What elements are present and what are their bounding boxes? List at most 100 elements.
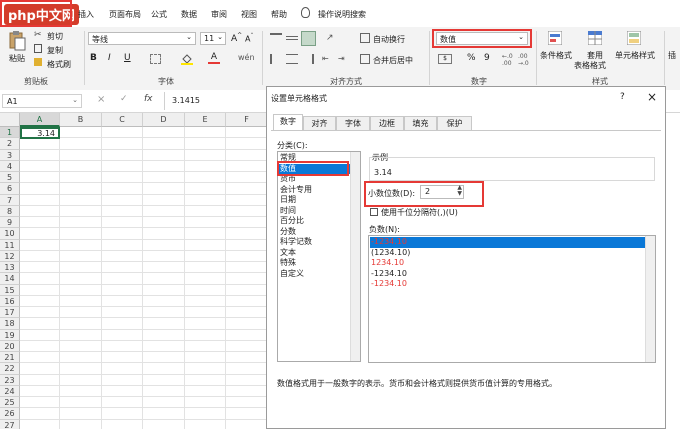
- category-scrollbar[interactable]: [350, 152, 360, 361]
- fill-color-icon[interactable]: [181, 53, 193, 65]
- category-item[interactable]: 分数: [279, 227, 350, 238]
- paste-button[interactable]: 粘贴: [9, 53, 25, 64]
- tab-font[interactable]: 字体: [336, 116, 370, 130]
- shrink-font-icon[interactable]: Aˇ: [245, 33, 253, 44]
- row-header[interactable]: 26: [0, 408, 20, 420]
- phonetic-icon[interactable]: wén: [238, 53, 255, 62]
- select-all-corner[interactable]: [0, 113, 20, 127]
- negative-format-item[interactable]: (1234.10): [370, 248, 646, 259]
- align-left-icon[interactable]: [270, 54, 282, 64]
- align-right-icon[interactable]: [302, 54, 314, 64]
- worksheet-grid[interactable]: A B C D E F 1 2 3 4 5 6 7 8 9 10 11 12 13 14 15 16 17 18 1…: [0, 113, 268, 429]
- column-header-b[interactable]: B: [60, 113, 102, 127]
- tab-insert[interactable]: 插入: [78, 9, 94, 20]
- row-header[interactable]: 6: [0, 183, 20, 195]
- format-as-table-button-line2[interactable]: 表格格式: [574, 60, 606, 71]
- category-item[interactable]: 文本: [279, 248, 350, 259]
- tab-fill[interactable]: 填充: [404, 116, 437, 130]
- category-item[interactable]: 日期: [279, 195, 350, 206]
- comma-style-button[interactable]: 9: [484, 53, 490, 63]
- increase-decimal-icon[interactable]: ←.0.00: [502, 53, 513, 67]
- tab-alignment[interactable]: 对齐: [303, 116, 336, 130]
- cut-button[interactable]: 剪切: [47, 31, 63, 42]
- row-header[interactable]: 3: [0, 149, 20, 161]
- negative-format-item[interactable]: -1234.10: [370, 279, 646, 290]
- row-header[interactable]: 23: [0, 374, 20, 386]
- category-item[interactable]: 科学记数: [279, 237, 350, 248]
- italic-button[interactable]: I: [108, 53, 111, 63]
- row-header[interactable]: 2: [0, 138, 20, 150]
- font-size-select[interactable]: 11 ⌄: [200, 32, 226, 45]
- insert-function-icon[interactable]: fx: [144, 94, 153, 104]
- tab-help[interactable]: 帮助: [271, 9, 287, 20]
- insert-button-partial[interactable]: 插: [668, 50, 676, 61]
- enter-icon[interactable]: ✓: [120, 94, 128, 104]
- decrease-indent-icon[interactable]: ⇤: [322, 54, 329, 63]
- row-header[interactable]: 21: [0, 352, 20, 364]
- row-header[interactable]: 22: [0, 363, 20, 375]
- cancel-icon[interactable]: ×: [97, 94, 105, 105]
- category-item[interactable]: 特殊: [279, 258, 350, 269]
- row-header[interactable]: 10: [0, 228, 20, 240]
- row-header[interactable]: 11: [0, 239, 20, 251]
- row-header[interactable]: 13: [0, 262, 20, 274]
- tell-me-search[interactable]: 操作说明搜索: [318, 9, 366, 20]
- category-item[interactable]: 会计专用: [279, 185, 350, 196]
- tab-view[interactable]: 视图: [241, 9, 257, 20]
- bold-button[interactable]: B: [90, 53, 97, 63]
- row-header[interactable]: 8: [0, 205, 20, 217]
- tab-page-layout[interactable]: 页面布局: [109, 9, 141, 20]
- grow-font-icon[interactable]: A^: [231, 32, 242, 44]
- font-name-select[interactable]: 等线 ⌄: [88, 32, 196, 45]
- column-header-a[interactable]: A: [20, 113, 60, 127]
- format-painter-button[interactable]: 格式刷: [47, 59, 71, 70]
- bottom-align-icon[interactable]: [301, 31, 316, 46]
- column-header-e[interactable]: E: [185, 113, 226, 127]
- top-align-icon[interactable]: [270, 33, 282, 43]
- help-button[interactable]: ?: [620, 92, 625, 102]
- column-header-c[interactable]: C: [102, 113, 143, 127]
- row-header[interactable]: 25: [0, 397, 20, 409]
- middle-align-icon[interactable]: [286, 36, 298, 40]
- negative-format-item[interactable]: 1234.10: [370, 258, 646, 269]
- tab-border[interactable]: 边框: [370, 116, 404, 130]
- row-header[interactable]: 20: [0, 340, 20, 352]
- conditional-formatting-button[interactable]: 条件格式: [540, 50, 572, 61]
- category-item[interactable]: 自定义: [279, 269, 350, 280]
- wrap-text-button[interactable]: 自动换行: [373, 34, 405, 45]
- orientation-icon[interactable]: ↗: [326, 33, 334, 43]
- row-header[interactable]: 7: [0, 194, 20, 206]
- paste-icon[interactable]: [8, 31, 26, 51]
- row-header[interactable]: 14: [0, 273, 20, 285]
- negative-numbers-list[interactable]: -1234.10 (1234.10) 1234.10 -1234.10 -1234.10: [368, 235, 656, 363]
- cell-area[interactable]: [20, 127, 268, 429]
- tab-formulas[interactable]: 公式: [151, 9, 167, 20]
- row-header[interactable]: 24: [0, 385, 20, 397]
- increase-indent-icon[interactable]: ⇥: [338, 54, 345, 63]
- row-header[interactable]: 1: [0, 127, 20, 139]
- row-header[interactable]: 9: [0, 217, 20, 229]
- cell-a1[interactable]: 3.14: [20, 127, 60, 139]
- negative-scrollbar[interactable]: [645, 236, 655, 362]
- row-header[interactable]: 27: [0, 419, 20, 429]
- name-box[interactable]: A1 ⌄: [2, 94, 82, 108]
- borders-icon[interactable]: [150, 54, 161, 64]
- font-color-icon[interactable]: A: [208, 52, 220, 65]
- tab-data[interactable]: 数据: [181, 9, 197, 20]
- merge-center-button[interactable]: 合并后居中: [373, 55, 413, 66]
- row-header[interactable]: 5: [0, 172, 20, 184]
- tab-number[interactable]: 数字: [273, 114, 303, 130]
- row-header[interactable]: 12: [0, 250, 20, 262]
- category-item[interactable]: 时间: [279, 206, 350, 217]
- copy-button[interactable]: 复制: [47, 45, 63, 56]
- underline-button[interactable]: U: [124, 53, 131, 63]
- align-center-icon[interactable]: [286, 54, 298, 64]
- column-header-d[interactable]: D: [143, 113, 185, 127]
- negative-format-item[interactable]: -1234.10: [370, 269, 646, 280]
- category-list[interactable]: 常规 数值 货币 会计专用 日期 时间 百分比 分数 科学记数 文本 特殊 自定义: [277, 151, 361, 362]
- row-header[interactable]: 18: [0, 318, 20, 330]
- tab-review[interactable]: 审阅: [211, 9, 227, 20]
- row-header[interactable]: 17: [0, 307, 20, 319]
- percent-button[interactable]: %: [467, 53, 476, 63]
- category-item[interactable]: 百分比: [279, 216, 350, 227]
